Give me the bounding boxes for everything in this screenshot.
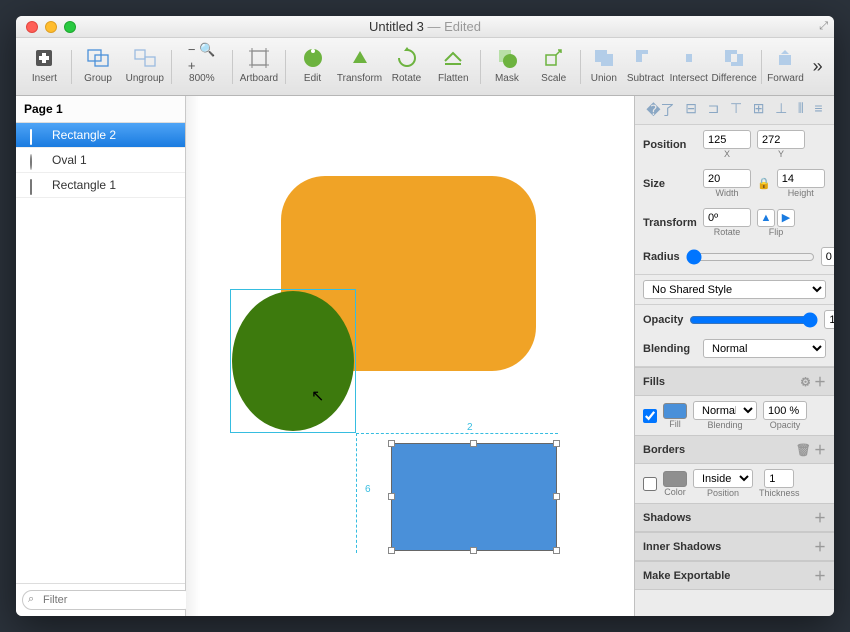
height-input[interactable] <box>777 169 825 188</box>
radius-input[interactable] <box>821 247 834 266</box>
align-right-icon[interactable]: ⊐ <box>708 100 720 120</box>
smart-guide-horizontal <box>356 433 558 434</box>
window-title: Untitled 3 — Edited <box>16 19 834 34</box>
subtract-button[interactable]: Subtract <box>625 42 666 92</box>
flip-horizontal-button[interactable]: ▲ <box>757 209 775 227</box>
inspector-panel: �了 ⊟ ⊐ ⊤ ⊞ ⊥ ⫴ ≡ Position X Y Size Width… <box>634 96 834 616</box>
add-inner-shadow-icon[interactable]: ＋ <box>814 538 826 555</box>
ungroup-button[interactable]: Ungroup <box>122 42 167 92</box>
zoom-control[interactable]: − 🔍 +800% <box>176 42 228 92</box>
radius-label: Radius <box>643 251 680 263</box>
filter-input[interactable] <box>22 590 194 610</box>
edit-button[interactable]: Edit <box>290 42 335 92</box>
width-input[interactable] <box>703 169 751 188</box>
mask-button[interactable]: Mask <box>485 42 530 92</box>
fill-opacity-input[interactable] <box>763 401 807 420</box>
align-controls: �了 ⊟ ⊐ ⊤ ⊞ ⊥ ⫴ ≡ <box>635 96 834 125</box>
inner-shadows-header[interactable]: Inner Shadows＋ <box>635 532 834 561</box>
shadows-header[interactable]: Shadows＋ <box>635 503 834 532</box>
gear-icon[interactable]: ⚙ <box>800 375 811 389</box>
border-position-select[interactable]: Inside <box>693 469 753 488</box>
fills-header: Fills⚙ ＋ <box>635 367 834 396</box>
shape-rectangle-2[interactable] <box>391 443 557 551</box>
flatten-button[interactable]: Flatten <box>431 42 476 92</box>
shape-oval-1[interactable] <box>232 291 354 431</box>
blending-label: Blending <box>643 343 697 355</box>
canvas[interactable]: 2 6 ↖ <box>186 96 634 616</box>
fullscreen-icon[interactable]: ⤢ <box>819 20 828 33</box>
position-x-input[interactable] <box>703 130 751 149</box>
add-shadow-icon[interactable]: ＋ <box>814 509 826 526</box>
cursor-icon: ↖ <box>311 386 324 406</box>
scale-button[interactable]: Scale <box>531 42 576 92</box>
layer-rectangle-1[interactable]: Rectangle 1 <box>16 173 185 198</box>
distribute-v-icon[interactable]: ≡ <box>814 100 822 120</box>
add-fill-icon[interactable]: ＋ <box>814 375 826 389</box>
fill-color-swatch[interactable] <box>663 403 687 419</box>
flip-vertical-button[interactable]: ▶ <box>777 209 795 227</box>
exportable-header[interactable]: Make Exportable＋ <box>635 561 834 590</box>
fill-enabled-checkbox[interactable] <box>643 409 657 423</box>
opacity-slider[interactable] <box>689 312 818 328</box>
rotate-button[interactable]: Rotate <box>384 42 429 92</box>
union-button[interactable]: Union <box>585 42 623 92</box>
difference-button[interactable]: Difference <box>711 42 756 92</box>
opacity-label: Opacity <box>643 314 683 326</box>
border-thickness-input[interactable] <box>764 469 794 488</box>
align-left-icon[interactable]: �了 <box>646 100 674 120</box>
fill-blend-select[interactable]: Normal <box>693 401 757 420</box>
radius-slider[interactable] <box>686 249 815 265</box>
rotate-input[interactable] <box>703 208 751 227</box>
delete-border-icon[interactable]: 🗑 <box>796 443 811 457</box>
blending-select[interactable]: Normal <box>703 339 826 358</box>
border-color-swatch[interactable] <box>663 471 687 487</box>
insert-button[interactable]: Insert <box>22 42 67 92</box>
filter-field-wrap: ⌕ <box>22 590 194 610</box>
distribute-h-icon[interactable]: ⫴ <box>798 100 804 120</box>
toolbar-overflow[interactable]: » <box>807 56 828 77</box>
size-label: Size <box>643 178 697 190</box>
align-bottom-icon[interactable]: ⊥ <box>775 100 787 120</box>
smart-guide-vertical <box>356 433 357 553</box>
position-label: Position <box>643 139 697 151</box>
transform-button[interactable]: Transform <box>337 42 382 92</box>
shared-style-select[interactable]: No Shared Style <box>643 280 826 299</box>
layer-rectangle-2[interactable]: Rectangle 2 <box>16 123 185 148</box>
layers-sidebar: Page 1 Rectangle 2 Oval 1 Rectangle 1 ⌕ … <box>16 96 186 616</box>
layer-oval-1[interactable]: Oval 1 <box>16 148 185 173</box>
align-top-icon[interactable]: ⊤ <box>730 100 742 120</box>
align-center-v-icon[interactable]: ⊞ <box>753 100 765 120</box>
forward-button[interactable]: Forward <box>766 42 806 92</box>
intersect-button[interactable]: Intersect <box>668 42 709 92</box>
app-window: Untitled 3 — Edited ⤢ Insert Group Ungro… <box>16 16 834 616</box>
border-enabled-checkbox[interactable] <box>643 477 657 491</box>
borders-header: Borders🗑 ＋ <box>635 435 834 464</box>
transform-label: Transform <box>643 217 697 229</box>
titlebar: Untitled 3 — Edited ⤢ <box>16 16 834 38</box>
page-header[interactable]: Page 1 <box>16 96 185 123</box>
lock-aspect-icon[interactable]: 🔒 <box>757 177 771 190</box>
search-icon: ⌕ <box>28 593 34 606</box>
guide-label-x: 2 <box>466 422 474 433</box>
guide-label-y: 6 <box>364 484 372 495</box>
add-border-icon[interactable]: ＋ <box>814 443 826 457</box>
align-center-h-icon[interactable]: ⊟ <box>685 100 697 120</box>
group-button[interactable]: Group <box>76 42 121 92</box>
opacity-input[interactable] <box>824 310 834 329</box>
toolbar: Insert Group Ungroup − 🔍 +800% Artboard … <box>16 38 834 96</box>
artboard-button[interactable]: Artboard <box>237 42 282 92</box>
position-y-input[interactable] <box>757 130 805 149</box>
add-export-icon[interactable]: ＋ <box>814 567 826 584</box>
